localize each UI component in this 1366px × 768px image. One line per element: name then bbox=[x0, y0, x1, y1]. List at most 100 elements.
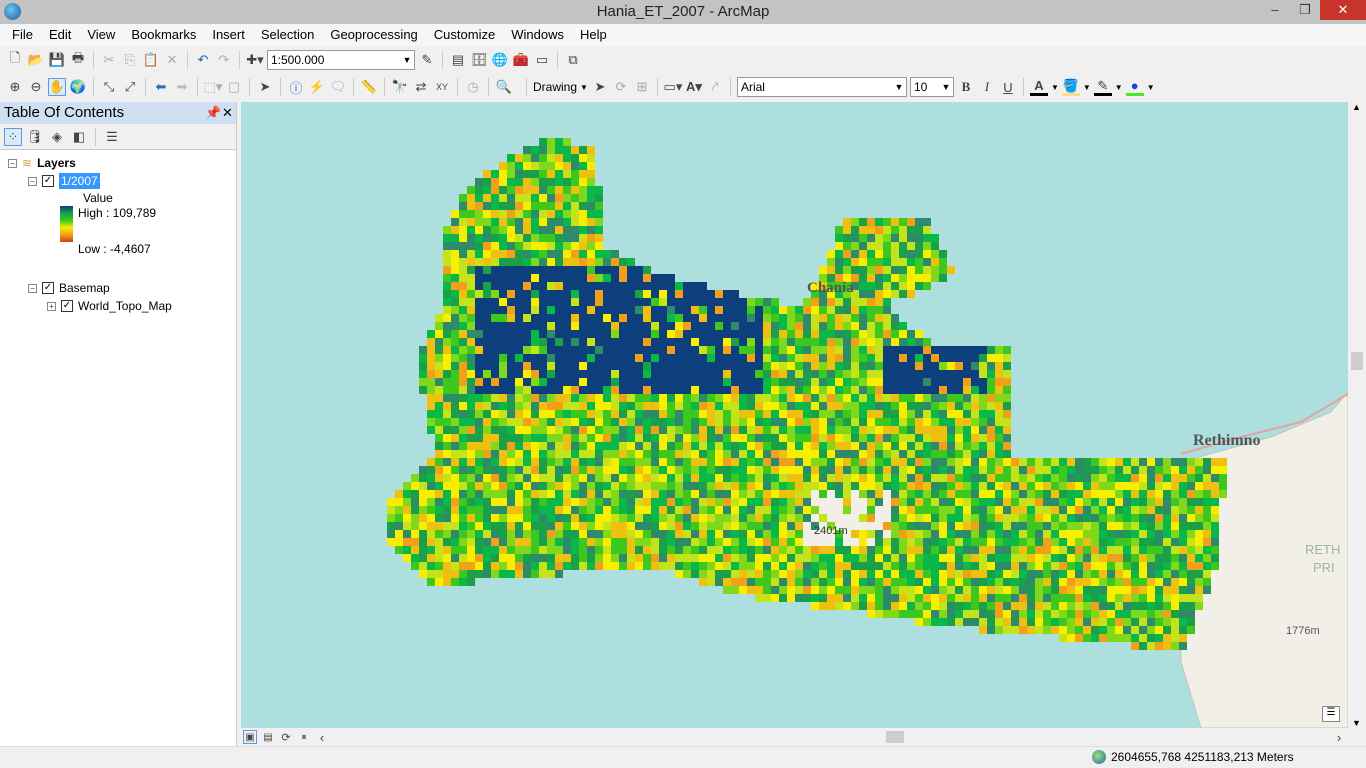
layout-view-icon[interactable]: ▤ bbox=[261, 730, 275, 744]
basemap-layer[interactable]: Basemap bbox=[59, 281, 110, 295]
collapse-icon[interactable]: − bbox=[8, 158, 17, 168]
menu-customize[interactable]: Customize bbox=[426, 24, 503, 46]
menu-edit[interactable]: Edit bbox=[41, 24, 79, 46]
arcmap-app-icon[interactable] bbox=[4, 3, 21, 20]
layer-name-1-2007[interactable]: 1/2007 bbox=[59, 173, 100, 189]
maximize-button[interactable]: ❐ bbox=[1290, 0, 1320, 20]
hyperlink-icon[interactable]: ⚡ bbox=[308, 78, 326, 96]
menu-windows[interactable]: Windows bbox=[503, 24, 572, 46]
list-by-drawing-order-icon[interactable]: ⁘ bbox=[4, 127, 22, 146]
collapse-icon[interactable]: − bbox=[28, 176, 37, 186]
chevron-down-icon[interactable]: ▼ bbox=[400, 55, 414, 65]
save-icon[interactable]: 💾 bbox=[48, 51, 66, 69]
close-button[interactable]: ✕ bbox=[1320, 0, 1366, 20]
menu-help[interactable]: Help bbox=[572, 24, 615, 46]
bold-button[interactable]: B bbox=[957, 78, 975, 96]
html-popup-icon[interactable]: 🗨 bbox=[329, 78, 347, 96]
identify-icon[interactable]: ⓘ bbox=[287, 78, 305, 96]
delete-icon[interactable]: ✕ bbox=[163, 51, 181, 69]
font-color-button[interactable]: A bbox=[1029, 78, 1048, 96]
map-scale-combo[interactable]: 1:500.000 ▼ bbox=[267, 50, 415, 70]
catalog-icon[interactable]: 🗄 bbox=[470, 51, 488, 69]
print-icon[interactable]: 🖶 bbox=[69, 50, 87, 69]
full-extent-icon[interactable]: 🌍 bbox=[69, 78, 87, 96]
marker-color-icon[interactable]: ● bbox=[1125, 78, 1144, 96]
zoom-in-icon[interactable]: ⊕ bbox=[6, 78, 24, 96]
new-document-icon[interactable]: 🗋 bbox=[6, 50, 24, 69]
menu-bookmarks[interactable]: Bookmarks bbox=[123, 24, 204, 46]
copy-icon[interactable]: ⎘ bbox=[121, 51, 139, 69]
zoom-to-selected-icon[interactable]: ⊞ bbox=[633, 78, 651, 96]
map-canvas[interactable]: Chania Rethimno 2401m 1776m RETH PRI bbox=[241, 102, 1348, 728]
find-binoculars-icon[interactable]: 🔭 bbox=[391, 78, 409, 96]
pin-icon[interactable]: 📌 bbox=[205, 102, 221, 124]
toc-close-button[interactable]: ✕ bbox=[222, 102, 233, 124]
paste-icon[interactable]: 📋 bbox=[142, 51, 160, 69]
horizontal-scroll-thumb[interactable] bbox=[886, 731, 904, 743]
layers-root[interactable]: Layers bbox=[37, 156, 76, 170]
scroll-right-icon[interactable]: › bbox=[1330, 728, 1348, 746]
forward-arrow-icon[interactable]: ➡ bbox=[173, 78, 191, 96]
python-icon[interactable]: ▭ bbox=[533, 51, 551, 69]
go-to-xy-icon[interactable]: XY bbox=[433, 78, 451, 96]
options-icon[interactable]: ☰ bbox=[103, 128, 121, 146]
zoom-out-icon[interactable]: ⊖ bbox=[27, 78, 45, 96]
data-view-icon[interactable]: ▣ bbox=[243, 730, 257, 744]
menu-geoprocessing[interactable]: Geoprocessing bbox=[322, 24, 425, 46]
list-by-selection-icon[interactable]: ◧ bbox=[70, 128, 88, 146]
clear-selection-icon[interactable]: ▢ bbox=[225, 78, 243, 96]
drawing-menu[interactable]: Drawing bbox=[533, 80, 577, 94]
layer-visibility-checkbox[interactable]: ✓ bbox=[42, 175, 54, 187]
arctoolbox-icon[interactable]: 🧰 bbox=[512, 51, 530, 69]
world-topo-map-layer[interactable]: World_Topo_Map bbox=[78, 299, 172, 313]
chevron-down-icon[interactable]: ▼ bbox=[892, 82, 906, 92]
menu-view[interactable]: View bbox=[79, 24, 123, 46]
list-by-visibility-icon[interactable]: ◈ bbox=[48, 128, 66, 146]
collapse-icon[interactable]: − bbox=[28, 283, 37, 293]
cut-icon[interactable]: ✂ bbox=[100, 51, 118, 69]
find-route-icon[interactable]: ⇄ bbox=[412, 78, 430, 96]
search-window-icon[interactable]: 🌐 bbox=[491, 51, 509, 69]
fixed-zoom-out-icon[interactable]: ⤢ bbox=[121, 78, 139, 96]
world-topo-visibility-checkbox[interactable]: ✓ bbox=[61, 300, 73, 312]
text-icon[interactable]: A▾ bbox=[685, 78, 703, 96]
redo-icon[interactable]: ↷ bbox=[215, 51, 233, 69]
scroll-left-icon[interactable]: ‹ bbox=[315, 728, 329, 746]
menu-insert[interactable]: Insert bbox=[204, 24, 253, 46]
menu-file[interactable]: File bbox=[4, 24, 41, 46]
map-view[interactable]: Chania Rethimno 2401m 1776m RETH PRI ☰ bbox=[241, 102, 1348, 728]
vertical-scrollbar[interactable]: ▲ ▼ bbox=[1348, 102, 1366, 728]
select-features-icon[interactable]: ⬚▾ bbox=[204, 78, 223, 96]
modelbuilder-icon[interactable]: ⧉ bbox=[564, 51, 582, 69]
magnifier-window-icon[interactable]: 🔍 bbox=[495, 78, 513, 96]
font-size-combo[interactable]: 10 ▼ bbox=[909, 77, 954, 97]
rectangle-icon[interactable]: ▭▾ bbox=[664, 78, 683, 96]
editor-toolbar-icon[interactable]: ✎ bbox=[418, 51, 436, 69]
chevron-down-icon[interactable]: ▼ bbox=[939, 82, 953, 92]
undo-icon[interactable]: ↶ bbox=[194, 51, 212, 69]
horizontal-scrollbar[interactable]: ▣ ▤ ⟳ ⏸ ‹ › bbox=[241, 728, 1348, 746]
toc-window-icon[interactable]: ▤ bbox=[449, 51, 467, 69]
underline-button[interactable]: U bbox=[999, 78, 1017, 96]
open-icon[interactable]: 📂 bbox=[27, 51, 45, 69]
callout-icon[interactable]: ⤤ bbox=[706, 78, 724, 96]
menu-selection[interactable]: Selection bbox=[253, 24, 322, 46]
refresh-icon[interactable]: ⟳ bbox=[279, 728, 293, 746]
font-combo[interactable]: Arial ▼ bbox=[736, 77, 907, 97]
rotate-icon[interactable]: ⟳ bbox=[612, 78, 630, 96]
measure-icon[interactable]: 📏 bbox=[360, 78, 378, 96]
fill-color-icon[interactable]: 🪣 bbox=[1061, 78, 1080, 96]
list-by-source-icon[interactable]: 🛢 bbox=[26, 128, 44, 146]
line-color-icon[interactable]: ✎ bbox=[1093, 78, 1112, 96]
basemap-visibility-checkbox[interactable]: ✓ bbox=[42, 282, 54, 294]
italic-button[interactable]: I bbox=[978, 78, 996, 96]
pan-hand-icon[interactable]: ✋ bbox=[48, 78, 66, 96]
time-slider-icon[interactable]: ◷ bbox=[464, 78, 482, 96]
back-arrow-icon[interactable]: ⬅ bbox=[152, 78, 170, 96]
fixed-zoom-in-icon[interactable]: ⤡ bbox=[100, 78, 118, 96]
drawing-select-icon[interactable]: ➤ bbox=[591, 78, 609, 96]
add-data-icon[interactable]: ✚▾ bbox=[246, 51, 264, 69]
vertical-scroll-thumb[interactable] bbox=[1351, 352, 1363, 370]
minimize-button[interactable]: – bbox=[1260, 0, 1290, 20]
map-tips-icon[interactable]: ☰ bbox=[1322, 706, 1340, 722]
